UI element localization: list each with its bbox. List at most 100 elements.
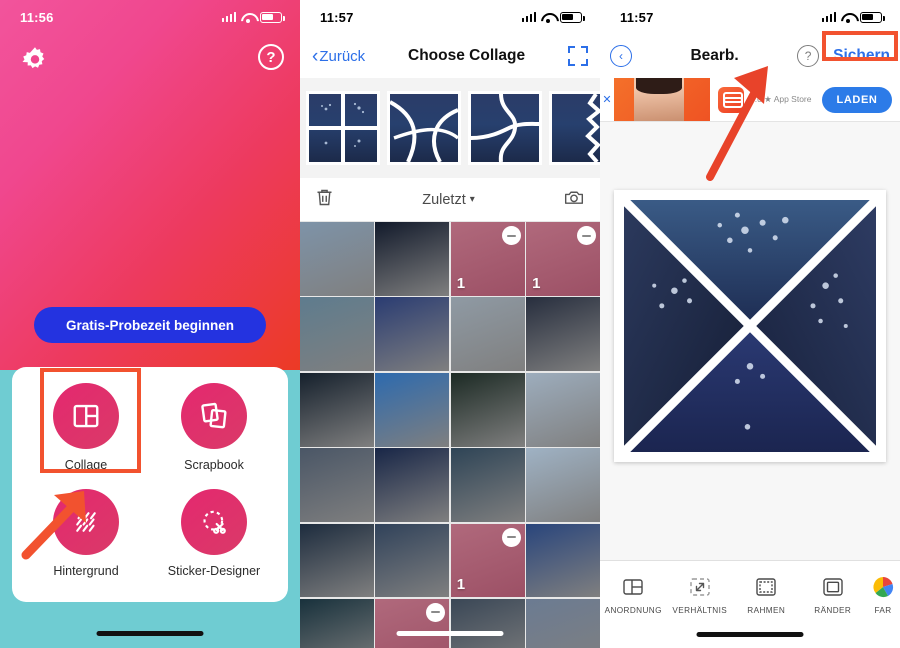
screen-paywall-home: 11:56 ? Gratis-Probezeit beginnen Collag… [0, 0, 300, 648]
layout-thumb-curved-split[interactable] [387, 91, 461, 165]
photo-cell[interactable]: 1 [526, 222, 600, 296]
photo-cell[interactable] [300, 297, 374, 372]
cellular-bars-icon [521, 12, 536, 22]
navigation-bar: ‹ Zurück Choose Collage [300, 34, 600, 78]
collage-layout-icon [53, 383, 119, 449]
deselect-badge-icon[interactable] [577, 226, 596, 245]
photo-cell[interactable] [300, 222, 374, 296]
selection-number: 1 [456, 274, 466, 292]
photo-cell[interactable] [450, 372, 525, 447]
navigation-bar: ‹ Bearb. ? Sichern [600, 34, 900, 78]
scissors-dashed-circle-icon [181, 488, 247, 555]
back-button[interactable]: ‹ Zurück [312, 47, 365, 66]
photo-cell[interactable] [450, 448, 525, 522]
photo-cell[interactable]: 1 [450, 222, 525, 296]
layout-grid-icon [623, 579, 643, 595]
stacked-cards-icon [181, 383, 247, 449]
photo-cell[interactable] [526, 523, 600, 598]
deselect-badge-icon[interactable] [501, 527, 521, 547]
photo-cell[interactable] [526, 372, 600, 447]
tool-tile-scrapbook[interactable]: Scrapbook [150, 383, 278, 489]
color-wheel-icon [873, 577, 894, 598]
toolbar-item-verhaeltnis[interactable]: VERHÄLTNIS [667, 575, 734, 615]
toolbar-label: RÄNDER [814, 606, 852, 615]
deselect-badge-icon[interactable] [501, 226, 521, 245]
save-button[interactable]: Sichern [833, 47, 890, 65]
photo-cell[interactable]: 1 [375, 598, 450, 648]
dashed-frame-icon [756, 578, 776, 596]
battery-icon [560, 11, 585, 23]
chevron-left-circle-icon[interactable]: ‹ [610, 45, 632, 67]
tool-tile-sticker-designer[interactable]: Sticker-Designer [150, 488, 278, 595]
selection-number: 1 [532, 274, 541, 292]
rounded-square-icon [823, 578, 843, 596]
photo-cell[interactable] [450, 297, 525, 372]
photo-cell[interactable] [375, 448, 450, 522]
screen-edit-collage: 11:57 ‹ Bearb. ? Sichern ✕ 5.0 ★ App Sto… [600, 0, 900, 648]
screen-choose-collage: 11:57 ‹ Zurück Choose Collage Zuletzt ▾ … [300, 0, 600, 648]
help-icon[interactable]: ? [258, 44, 284, 70]
selection-number: 1 [456, 576, 466, 594]
tool-tile-label: Collage [64, 458, 108, 472]
layout-thumb-pinwheel[interactable] [468, 91, 542, 165]
layout-thumb-grid-2x2[interactable] [306, 91, 380, 165]
page-title: Bearb. [690, 47, 739, 64]
kwai-app-icon [718, 86, 744, 113]
cellular-bars-icon [221, 12, 236, 22]
photo-cell[interactable] [375, 523, 450, 598]
collage-layout-strip[interactable] [300, 78, 600, 178]
gear-icon[interactable] [18, 43, 52, 77]
photo-cell[interactable] [375, 372, 450, 447]
status-bar: 11:57 [600, 0, 900, 34]
toolbar-item-rahmen[interactable]: RAHMEN [733, 575, 800, 615]
photo-cell[interactable] [526, 297, 600, 372]
toolbar-item-raender[interactable]: RÄNDER [800, 575, 867, 615]
tool-tile-hintergrund[interactable]: Hintergrund [22, 488, 150, 595]
chevron-left-icon: ‹ [312, 45, 319, 67]
album-selector[interactable]: Zuletzt ▾ [422, 192, 475, 208]
tool-tile-collage[interactable]: Collage [22, 383, 150, 489]
camera-icon[interactable] [562, 187, 586, 213]
wifi-icon [241, 12, 255, 23]
trash-icon[interactable] [314, 186, 335, 214]
photo-cell[interactable] [300, 372, 374, 447]
tool-tile-label: Scrapbook [184, 458, 244, 472]
toolbar-label: ANORDNUNG [604, 606, 662, 615]
question-mark-circle-icon[interactable]: ? [797, 45, 820, 67]
tool-tile-label: Hintergrund [53, 563, 119, 578]
photo-cell[interactable]: 1 [450, 523, 525, 598]
start-free-trial-button[interactable]: Gratis-Probezeit beginnen [34, 307, 266, 343]
photo-cell[interactable] [300, 448, 374, 522]
album-selector-label: Zuletzt [422, 191, 466, 208]
deselect-badge-icon[interactable] [426, 602, 446, 622]
photo-cell[interactable] [450, 598, 525, 648]
layout-thumb-jagged[interactable] [549, 91, 600, 165]
toolbar-label: FAR [874, 606, 892, 615]
status-time: 11:57 [620, 9, 654, 25]
expand-frame-icon[interactable] [568, 46, 588, 66]
photo-cell[interactable] [375, 297, 450, 372]
status-time: 11:56 [20, 9, 54, 25]
wifi-icon [541, 12, 555, 23]
status-bar: 11:56 [0, 0, 300, 34]
ad-rating-text: 5.0 ★ App Store [750, 94, 812, 104]
tools-card: Collage Scrapbook Hintergrund Sticker-De… [12, 367, 288, 602]
photo-cell[interactable] [300, 598, 374, 648]
wifi-icon [841, 12, 855, 23]
toolbar-label: RAHMEN [747, 606, 786, 615]
back-button-label: Zurück [319, 47, 366, 65]
photo-cell[interactable] [526, 598, 600, 648]
toolbar-item-farbe[interactable]: FAR [866, 575, 900, 615]
photo-cell[interactable] [375, 222, 450, 296]
page-title: Choose Collage [408, 47, 526, 64]
home-indicator [396, 631, 504, 636]
status-bar: 11:57 [300, 0, 600, 34]
collage-canvas[interactable] [614, 190, 886, 462]
photo-cell[interactable] [526, 448, 600, 522]
toolbar-item-anordnung[interactable]: ANORDNUNG [600, 575, 667, 615]
photo-cell[interactable] [300, 523, 374, 598]
photo-grid[interactable]: 1111 [300, 222, 600, 648]
home-indicator [696, 632, 804, 637]
collage-x-split [624, 200, 876, 452]
close-icon[interactable]: ✕ [600, 93, 614, 106]
